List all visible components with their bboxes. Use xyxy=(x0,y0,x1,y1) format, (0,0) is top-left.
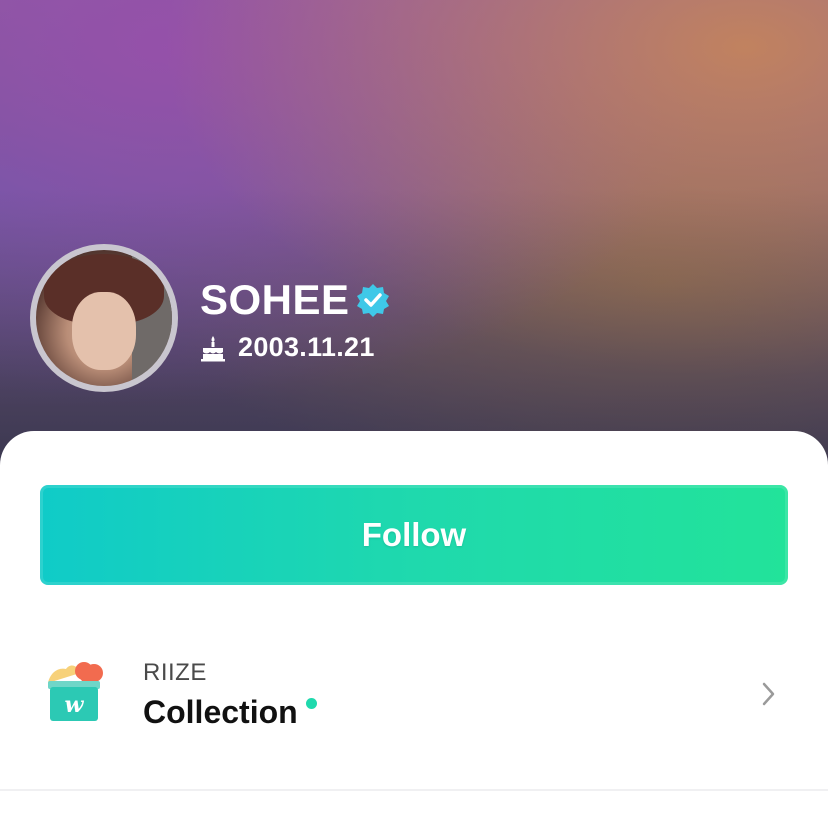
chevron-right-icon[interactable] xyxy=(758,680,778,708)
follow-button[interactable]: Follow xyxy=(40,485,788,585)
profile-name-row: SOHEE xyxy=(200,276,390,324)
weverse-collection-icon: w xyxy=(46,657,104,723)
profile-avatar-ring xyxy=(30,244,178,392)
collection-title: Collection xyxy=(143,694,298,730)
cake-icon xyxy=(200,334,226,362)
verified-badge-icon xyxy=(356,283,390,317)
avatar[interactable] xyxy=(36,250,172,386)
collection-group-label: RIIZE xyxy=(143,659,207,686)
section-divider xyxy=(0,789,828,791)
profile-birthday: 2003.11.21 xyxy=(238,332,375,362)
profile-birthday-row: 2003.11.21 xyxy=(200,332,375,363)
new-indicator-dot xyxy=(306,698,317,709)
profile-name: SOHEE xyxy=(200,276,350,323)
collection-row[interactable]: w RIIZE Collection xyxy=(0,636,828,746)
profile-header-background xyxy=(0,0,828,470)
profile-content-sheet: Follow w RIIZE Collection xyxy=(0,431,828,828)
follow-button-label: Follow xyxy=(361,516,467,553)
svg-text:w: w xyxy=(65,692,85,718)
avatar-photo-face xyxy=(72,292,136,370)
